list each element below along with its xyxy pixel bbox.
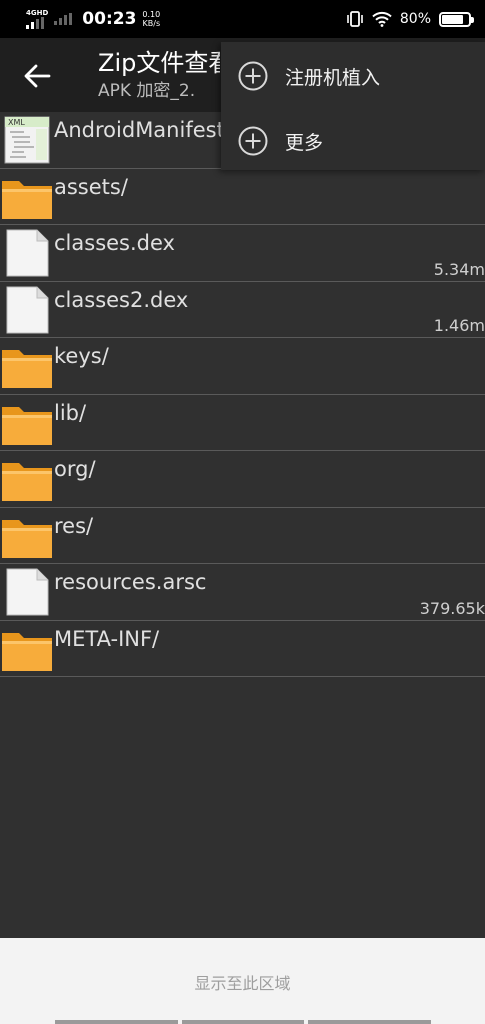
page-subtitle: APK 加密_2.	[98, 81, 196, 101]
file-name: classes2.dex	[54, 287, 189, 312]
tab-indicator[interactable]	[308, 1020, 432, 1024]
menu-item-label: 更多	[285, 131, 324, 154]
menu-item-label: 注册机植入	[285, 66, 381, 89]
file-name: lib/	[54, 400, 87, 425]
display-area-hint: 显示至此区域	[194, 974, 291, 993]
battery-icon	[439, 11, 474, 27]
toolbar-titles: Zip文件查看 APK 加密_2.	[98, 48, 220, 102]
file-row[interactable]: org/	[0, 451, 485, 508]
folder-icon	[2, 177, 52, 225]
file-name: META-INF/	[54, 626, 160, 651]
file-name: org/	[54, 457, 96, 481]
network-type: 4GHD	[26, 9, 49, 17]
file-icon	[2, 286, 52, 334]
plus-circle-icon	[238, 61, 268, 91]
status-bar: 4GHD 00:23 0.10 KB/s 80%	[0, 0, 485, 38]
speed-value: 0.10	[142, 10, 161, 19]
battery-percent: 80%	[399, 11, 431, 27]
signal-2-icon	[54, 13, 73, 25]
file-name: classes.dex	[54, 231, 175, 255]
status-right: 80%	[346, 11, 474, 27]
file-row[interactable]: keys/	[0, 338, 485, 395]
page-title: Zip文件查看	[98, 49, 220, 77]
bottom-tab-bar	[55, 1020, 432, 1024]
tab-indicator[interactable]	[181, 1020, 305, 1024]
file-row[interactable]: classes2.dex 1.46m	[0, 282, 485, 338]
file-size: 379.65k	[419, 598, 485, 618]
menu-item-more[interactable]: 更多	[237, 121, 323, 161]
folder-icon	[2, 516, 52, 564]
file-name: resources.arsc	[54, 570, 207, 594]
file-size: 5.34m	[433, 259, 485, 279]
network-speed: 0.10 KB/s	[142, 10, 160, 28]
file-icon	[2, 568, 52, 616]
folder-icon	[2, 346, 52, 394]
tab-indicator[interactable]	[55, 1020, 178, 1024]
arrow-left-icon[interactable]	[22, 62, 52, 90]
bottom-panel: 显示至此区域	[0, 938, 485, 1024]
file-row[interactable]: lib/	[0, 395, 485, 451]
overflow-menu: 注册机植入 更多	[221, 42, 485, 170]
file-row[interactable]: META-INF/	[0, 621, 485, 677]
network-indicator: 4GHD	[26, 9, 48, 29]
file-list: XML AndroidManifest.xml assets/classes.dex…	[0, 112, 485, 677]
status-left: 4GHD 00:23 0.10 KB/s	[26, 9, 160, 29]
file-name: assets/	[54, 174, 128, 199]
file-row[interactable]: classes.dex 5.34m	[0, 225, 485, 282]
folder-icon	[2, 459, 52, 507]
battery-fill	[442, 14, 463, 24]
svg-text:XML: XML	[8, 118, 25, 127]
folder-icon	[2, 629, 52, 677]
xml-file-icon: XML	[2, 116, 52, 164]
folder-icon	[2, 403, 52, 451]
file-row[interactable]: assets/	[0, 169, 485, 225]
file-size: 1.46m	[433, 316, 485, 335]
vibrate-icon	[347, 11, 363, 27]
file-name: keys/	[54, 344, 109, 368]
file-row[interactable]: resources.arsc 379.65k	[0, 564, 485, 621]
clock: 00:23	[82, 9, 137, 29]
file-row[interactable]: res/	[0, 508, 485, 564]
file-name: res/	[54, 513, 94, 538]
speed-unit: KB/s	[142, 19, 161, 28]
wifi-icon	[372, 11, 392, 27]
signal-icon	[26, 17, 44, 29]
menu-item-keygen-inject[interactable]: 注册机植入	[237, 56, 380, 96]
file-icon	[2, 229, 52, 277]
plus-circle-icon	[238, 126, 268, 156]
